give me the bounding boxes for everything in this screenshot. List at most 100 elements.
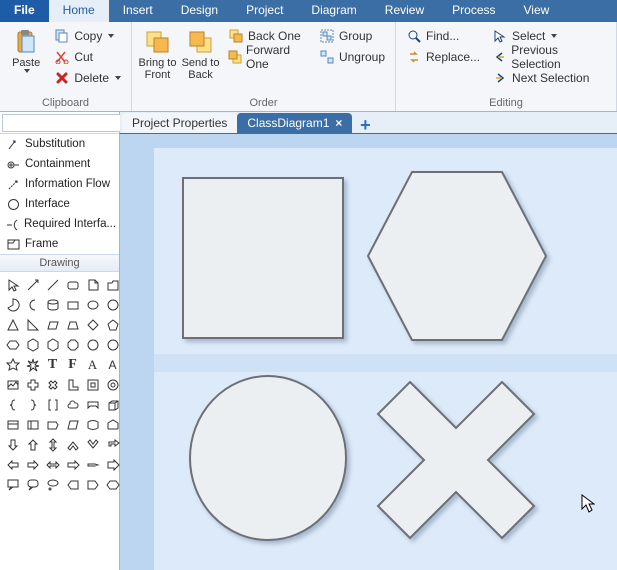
shape-bracket[interactable]: [44, 396, 61, 413]
shape-moon[interactable]: [24, 296, 41, 313]
shape-cube[interactable]: [104, 396, 121, 413]
shape-arrow-block[interactable]: [104, 456, 121, 473]
shape-l[interactable]: [64, 376, 81, 393]
shape-frame-square[interactable]: [84, 376, 101, 393]
shape-flowchart-3[interactable]: [44, 416, 61, 433]
shape-flowchart-5[interactable]: [84, 416, 101, 433]
canvas-shape-cross[interactable]: [374, 378, 538, 545]
shape-flowchart-4[interactable]: [64, 416, 81, 433]
shape-heptagon[interactable]: [44, 336, 61, 353]
shape-callout-rect[interactable]: [4, 476, 21, 493]
shape-decagon[interactable]: [84, 336, 101, 353]
shape-line[interactable]: [44, 276, 61, 293]
shape-trapezoid[interactable]: [64, 316, 81, 333]
shape-callout-cloud[interactable]: [44, 476, 61, 493]
tool-frame[interactable]: Frame: [0, 234, 119, 254]
shape-hexagon[interactable]: [4, 336, 21, 353]
shape-star[interactable]: [4, 356, 21, 373]
previous-selection-button[interactable]: Previous Selection: [488, 47, 610, 67]
shape-note[interactable]: [84, 276, 101, 293]
tab-classdiagram1[interactable]: ClassDiagram1 ×: [237, 113, 352, 133]
shape-text-bold[interactable]: T: [44, 356, 61, 373]
shape-arrow-right[interactable]: [24, 456, 41, 473]
tool-required-interface[interactable]: Required Interfa...: [0, 214, 119, 234]
menu-tab-review[interactable]: Review: [371, 0, 438, 22]
shape-pie[interactable]: [4, 296, 21, 313]
new-tab-button[interactable]: +: [356, 117, 374, 133]
menu-tab-diagram[interactable]: Diagram: [297, 0, 370, 22]
shape-arrow-updown[interactable]: [44, 436, 61, 453]
shape-starburst[interactable]: [24, 356, 41, 373]
shape-cloud[interactable]: [64, 396, 81, 413]
find-button[interactable]: Find...: [402, 26, 484, 46]
shape-image[interactable]: [4, 376, 21, 393]
shape-right-triangle[interactable]: [24, 316, 41, 333]
group-button[interactable]: Group: [315, 26, 389, 46]
menu-tab-home[interactable]: Home: [49, 0, 109, 22]
shape-arrow-turn[interactable]: [104, 436, 121, 453]
shape-flowchart-6[interactable]: [104, 416, 121, 433]
shape-text-a2[interactable]: A: [104, 356, 121, 373]
shape-hexagon-v[interactable]: [24, 336, 41, 353]
tool-substitution[interactable]: Substitution: [0, 134, 119, 154]
shape-tag-left[interactable]: [64, 476, 81, 493]
shape-folder[interactable]: [104, 276, 121, 293]
menu-file[interactable]: File: [0, 0, 49, 22]
copy-button[interactable]: Copy: [50, 26, 125, 46]
shape-flowchart-1[interactable]: [4, 416, 21, 433]
shape-arrow-right2[interactable]: [64, 456, 81, 473]
shape-banner[interactable]: [84, 396, 101, 413]
shape-rounded-rect[interactable]: [64, 276, 81, 293]
shape-callout-round[interactable]: [24, 476, 41, 493]
canvas[interactable]: [120, 134, 617, 570]
shape-plus[interactable]: [24, 376, 41, 393]
shape-cylinder[interactable]: [44, 296, 61, 313]
shape-ellipse[interactable]: [84, 296, 101, 313]
shape-pointer[interactable]: [4, 276, 21, 293]
shape-tag-both[interactable]: [104, 476, 121, 493]
shape-arrow-up[interactable]: [24, 436, 41, 453]
close-icon[interactable]: ×: [335, 116, 342, 130]
send-to-back-button[interactable]: Send to Back: [181, 26, 220, 81]
shape-tag-right[interactable]: [84, 476, 101, 493]
ungroup-button[interactable]: Ungroup: [315, 47, 389, 67]
shape-chevron-down[interactable]: [84, 436, 101, 453]
shape-flowchart-2[interactable]: [24, 416, 41, 433]
shape-arrow-left[interactable]: [4, 456, 21, 473]
shape-triangle[interactable]: [4, 316, 21, 333]
paste-button[interactable]: Paste: [6, 26, 46, 88]
shape-arrow-down[interactable]: [4, 436, 21, 453]
canvas-shape-hexagon[interactable]: [364, 168, 550, 347]
shape-pentagon[interactable]: [104, 316, 121, 333]
next-selection-button[interactable]: Next Selection: [488, 68, 610, 88]
shape-line-arrow[interactable]: [24, 276, 41, 293]
shape-brace-r[interactable]: [24, 396, 41, 413]
shape-rect[interactable]: [64, 296, 81, 313]
tool-information-flow[interactable]: Information Flow: [0, 174, 119, 194]
delete-button[interactable]: Delete: [50, 68, 125, 88]
shape-text-f[interactable]: F: [64, 356, 81, 373]
shape-arrow-right3[interactable]: [84, 456, 101, 473]
shape-chevron-up[interactable]: [64, 436, 81, 453]
tool-interface[interactable]: Interface: [0, 194, 119, 214]
shape-circle[interactable]: [104, 296, 121, 313]
shape-diamond[interactable]: [84, 316, 101, 333]
shape-donut[interactable]: [104, 376, 121, 393]
cut-button[interactable]: Cut: [50, 47, 125, 67]
replace-button[interactable]: Replace...: [402, 47, 484, 67]
bring-to-front-button[interactable]: Bring to Front: [138, 26, 177, 81]
shape-cross[interactable]: [44, 376, 61, 393]
canvas-shape-ellipse[interactable]: [186, 372, 352, 547]
menu-tab-insert[interactable]: Insert: [109, 0, 167, 22]
menu-tab-design[interactable]: Design: [167, 0, 232, 22]
menu-tab-view[interactable]: View: [510, 0, 564, 22]
tool-containment[interactable]: Containment: [0, 154, 119, 174]
shape-arrow-leftright[interactable]: [44, 456, 61, 473]
menu-tab-process[interactable]: Process: [438, 0, 509, 22]
shape-octagon[interactable]: [64, 336, 81, 353]
shape-text-a[interactable]: A: [84, 356, 101, 373]
shape-brace-l[interactable]: [4, 396, 21, 413]
shape-parallelogram[interactable]: [44, 316, 61, 333]
canvas-shape-rect[interactable]: [181, 176, 349, 347]
tab-project-properties[interactable]: Project Properties: [122, 113, 237, 133]
